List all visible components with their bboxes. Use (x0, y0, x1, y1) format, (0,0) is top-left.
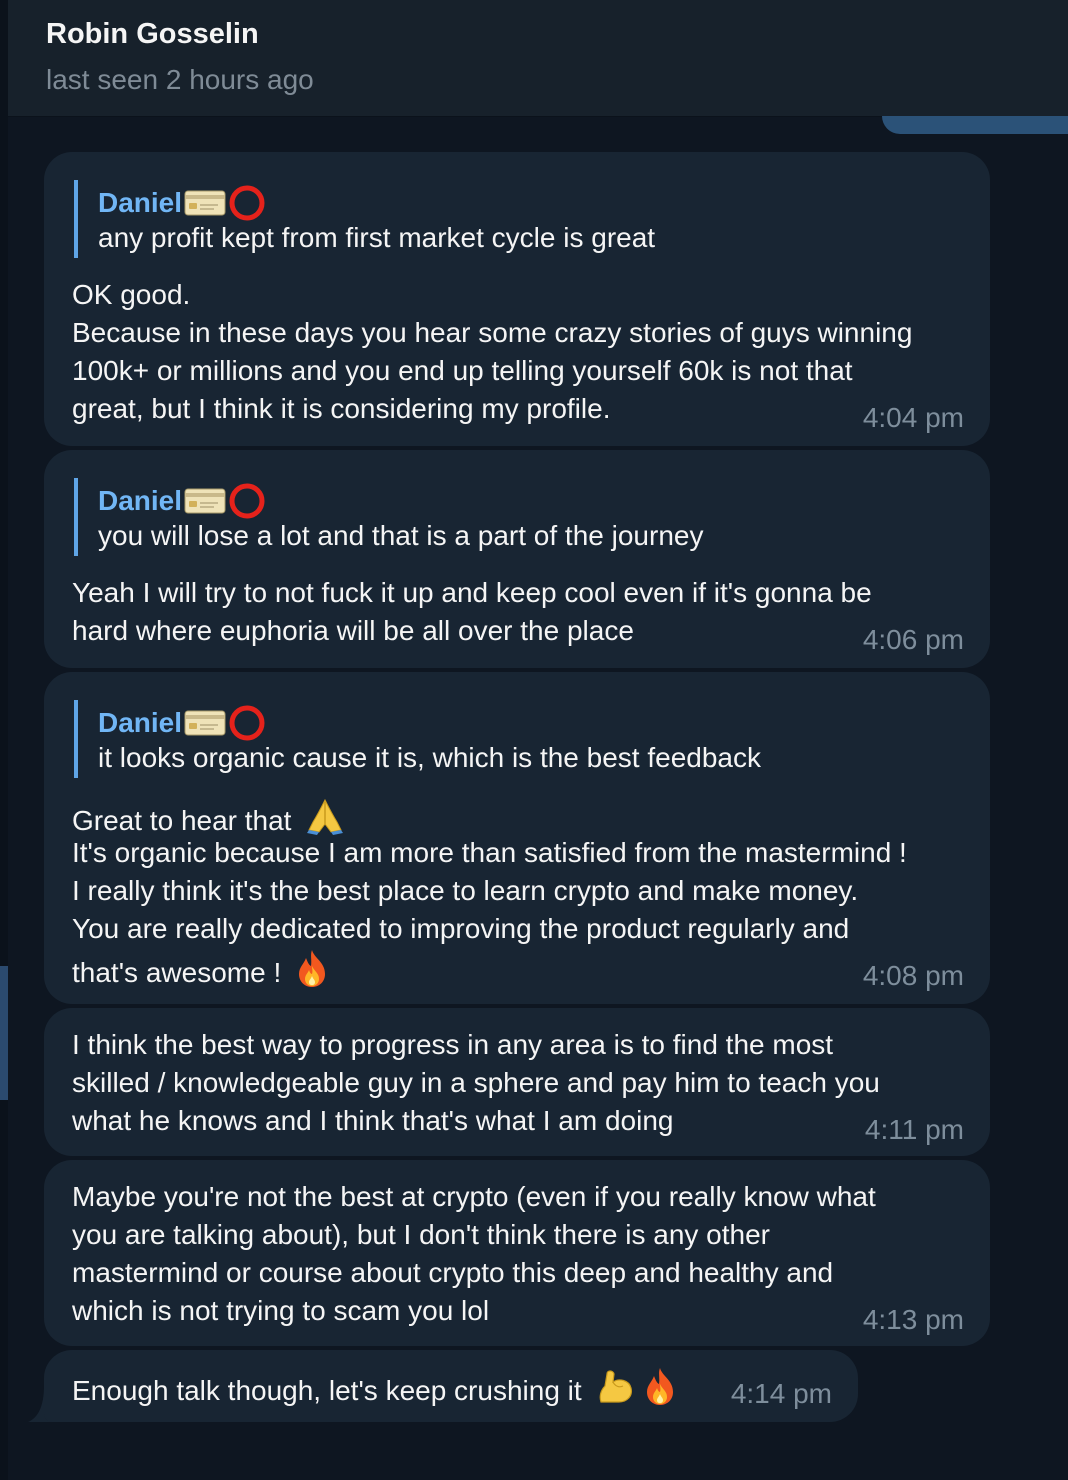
message-text-line: It's organic because I am more than sati… (72, 837, 907, 868)
message-text-line: what he knows and I think that's what I … (72, 1105, 674, 1136)
reply-author: Daniel (98, 704, 266, 742)
contact-name[interactable]: Robin Gosselin (46, 18, 259, 51)
message-timestamp: 4:08 pm (862, 960, 964, 991)
reply-quote[interactable]: Daniel you will lose a lot and that is a… (74, 478, 703, 556)
message-text-line: skilled / knowledgeable guy in a sphere … (72, 1067, 880, 1098)
message-text-line: Enough talk though, let's keep crushing … (72, 1366, 677, 1410)
message-timestamp: 4:04 pm (862, 402, 964, 433)
previous-outgoing-message-edge (882, 116, 1068, 134)
message-text-line: which is not trying to scam you lol (72, 1295, 490, 1326)
message-timestamp: 4:14 pm (730, 1378, 832, 1409)
red-circle-emoji-icon (228, 704, 266, 742)
fire-emoji-icon (299, 950, 326, 987)
message-timestamp: 4:11 pm (864, 1114, 964, 1145)
message-bubble[interactable]: Daniel any profit kept from first market… (44, 152, 990, 446)
message-text-line: OK good. (72, 279, 191, 310)
reply-text: any profit kept from first market cycle … (98, 222, 656, 253)
folded-hands-emoji-icon (307, 798, 344, 835)
fire-emoji-icon (647, 1368, 674, 1405)
message-bubble[interactable]: I think the best way to progress in any … (44, 1008, 990, 1156)
message-text-line: hard where euphoria will be all over the… (72, 615, 634, 646)
credit-card-emoji-icon (184, 488, 226, 514)
credit-card-emoji-icon (184, 710, 226, 736)
message-text-line: You are really dedicated to improving th… (72, 913, 850, 944)
reply-text: you will lose a lot and that is a part o… (98, 520, 704, 551)
chat-list-edge (0, 0, 8, 1480)
message-text-line: mastermind or course about crypto this d… (72, 1257, 834, 1288)
message-bubble[interactable]: Maybe you're not the best at crypto (eve… (44, 1160, 990, 1346)
message-timestamp: 4:06 pm (862, 624, 964, 655)
message-bubble[interactable]: Daniel it looks organic cause it is, whi… (44, 672, 990, 1004)
message-timestamp: 4:13 pm (862, 1304, 964, 1335)
contact-status: last seen 2 hours ago (46, 64, 314, 95)
message-text-line: I think the best way to progress in any … (72, 1029, 834, 1060)
message-text-line: 100k+ or millions and you end up telling… (72, 355, 853, 386)
reply-author: Daniel (98, 184, 266, 222)
message-text-line: you are talking about), but I don't thin… (72, 1219, 770, 1250)
reply-quote[interactable]: Daniel any profit kept from first market… (74, 180, 655, 258)
message-bubble[interactable]: Enough talk though, let's keep crushing … (44, 1350, 858, 1422)
red-circle-emoji-icon (228, 184, 266, 222)
chat-header[interactable]: Robin Gosselin last seen 2 hours ago (8, 0, 1068, 117)
reply-text: it looks organic cause it is, which is t… (98, 742, 762, 773)
message-text-line: I really think it's the best place to le… (72, 875, 859, 906)
message-text-line: Because in these days you hear some craz… (72, 317, 913, 348)
message-text-line: Maybe you're not the best at crypto (eve… (72, 1181, 876, 1212)
reply-author: Daniel (98, 482, 266, 520)
credit-card-emoji-icon (184, 190, 226, 216)
message-bubble[interactable]: Daniel you will lose a lot and that is a… (44, 450, 990, 668)
selected-chat-indicator (0, 966, 8, 1100)
red-circle-emoji-icon (228, 482, 266, 520)
message-text-line: great, but I think it is considering my … (72, 393, 611, 424)
flexed-biceps-emoji-icon (600, 1370, 633, 1403)
message-text-line: that's awesome ! (72, 948, 329, 992)
reply-quote[interactable]: Daniel it looks organic cause it is, whi… (74, 700, 761, 778)
message-text-line: Yeah I will try to not fuck it up and ke… (72, 577, 872, 608)
